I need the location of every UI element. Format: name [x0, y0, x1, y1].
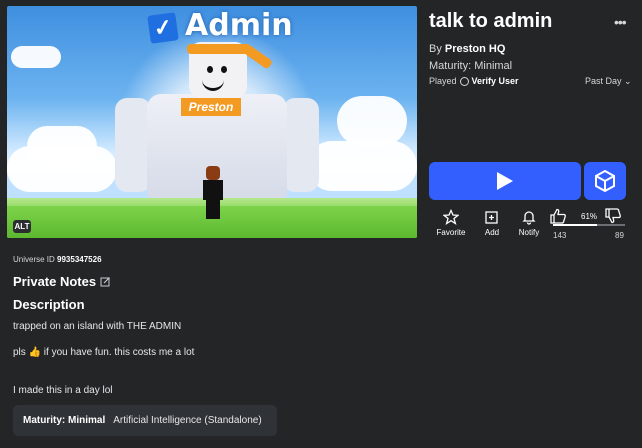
notify-label: Notify: [518, 228, 540, 237]
cloud: [337, 96, 407, 146]
headband: [187, 44, 251, 54]
star-icon: [443, 209, 459, 225]
creator-line: By Preston HQ: [429, 43, 505, 55]
chip-maturity-label: Maturity: Minimal: [23, 415, 106, 426]
cube-icon: [595, 169, 615, 193]
robot-arm: [283, 98, 319, 192]
universe-id-value: 9935347526: [57, 255, 102, 264]
clock-icon: [459, 76, 469, 86]
notify-button[interactable]: Notify: [511, 208, 547, 237]
upvote-count: 143: [553, 231, 567, 240]
cloud: [11, 46, 61, 68]
played-row: Played Verify User: [429, 76, 519, 86]
maturity-rating: Maturity: Minimal: [429, 60, 513, 72]
avatar-legs: [206, 199, 220, 219]
alt-badge[interactable]: ALT: [13, 220, 31, 233]
chip-genre-value: Artificial Intelligence (Standalone): [113, 415, 262, 426]
robot-arm: [115, 98, 151, 192]
genre-chip: Maturity: Minimal Artificial Intelligenc…: [13, 405, 277, 436]
add-label: Add: [484, 228, 500, 237]
shirt-text: Preston: [181, 98, 241, 116]
cloud: [307, 141, 417, 191]
cloud: [27, 126, 97, 166]
description-title: Description: [13, 297, 85, 312]
studio-button[interactable]: [584, 162, 626, 200]
creator-link[interactable]: Preston HQ: [445, 43, 506, 55]
description-line: trapped on an island with THE ADMIN: [13, 321, 182, 332]
play-icon: [497, 172, 513, 190]
edit-icon[interactable]: [100, 276, 111, 287]
private-notes-header: Private Notes: [13, 274, 111, 289]
avatar-head: [206, 166, 220, 180]
add-button[interactable]: Add: [474, 208, 510, 237]
check-icon: ✓: [147, 12, 179, 44]
universe-id: Universe ID 9935347526: [13, 255, 102, 264]
more-options-icon[interactable]: •••: [614, 14, 627, 30]
favorite-button[interactable]: Favorite: [433, 208, 469, 237]
robot-eye: [207, 66, 213, 73]
game-thumbnail[interactable]: ✓ Admin Preston ALT: [7, 6, 417, 238]
vote-ratio-fill: [553, 224, 597, 226]
private-notes-title: Private Notes: [13, 274, 97, 289]
thumbs-down-icon: [605, 208, 621, 224]
bell-icon: [522, 211, 536, 225]
vote-percentage: 61%: [581, 212, 598, 221]
play-button[interactable]: [429, 162, 581, 200]
universe-id-label: Universe ID: [13, 255, 55, 264]
thumbs-up-icon: [550, 208, 566, 224]
description-line: pls 👍 if you have fun. this costs me a l…: [13, 347, 195, 358]
verify-user-link[interactable]: Verify User: [472, 76, 519, 86]
played-label: Played: [429, 76, 457, 86]
robot-eye: [221, 66, 227, 73]
add-icon: [485, 211, 498, 224]
description-line: I made this in a day lol: [13, 385, 113, 396]
avatar-body: [203, 180, 223, 200]
vote-ratio-bar: [553, 224, 625, 226]
downvote-count: 89: [615, 231, 624, 240]
creator-prefix: By: [429, 43, 442, 55]
game-title: talk to admin: [429, 10, 553, 32]
favorite-label: Favorite: [436, 228, 466, 237]
time-filter-dropdown[interactable]: Past Day ⌄: [585, 76, 632, 87]
thumbnail-heading: Admin: [185, 8, 293, 43]
